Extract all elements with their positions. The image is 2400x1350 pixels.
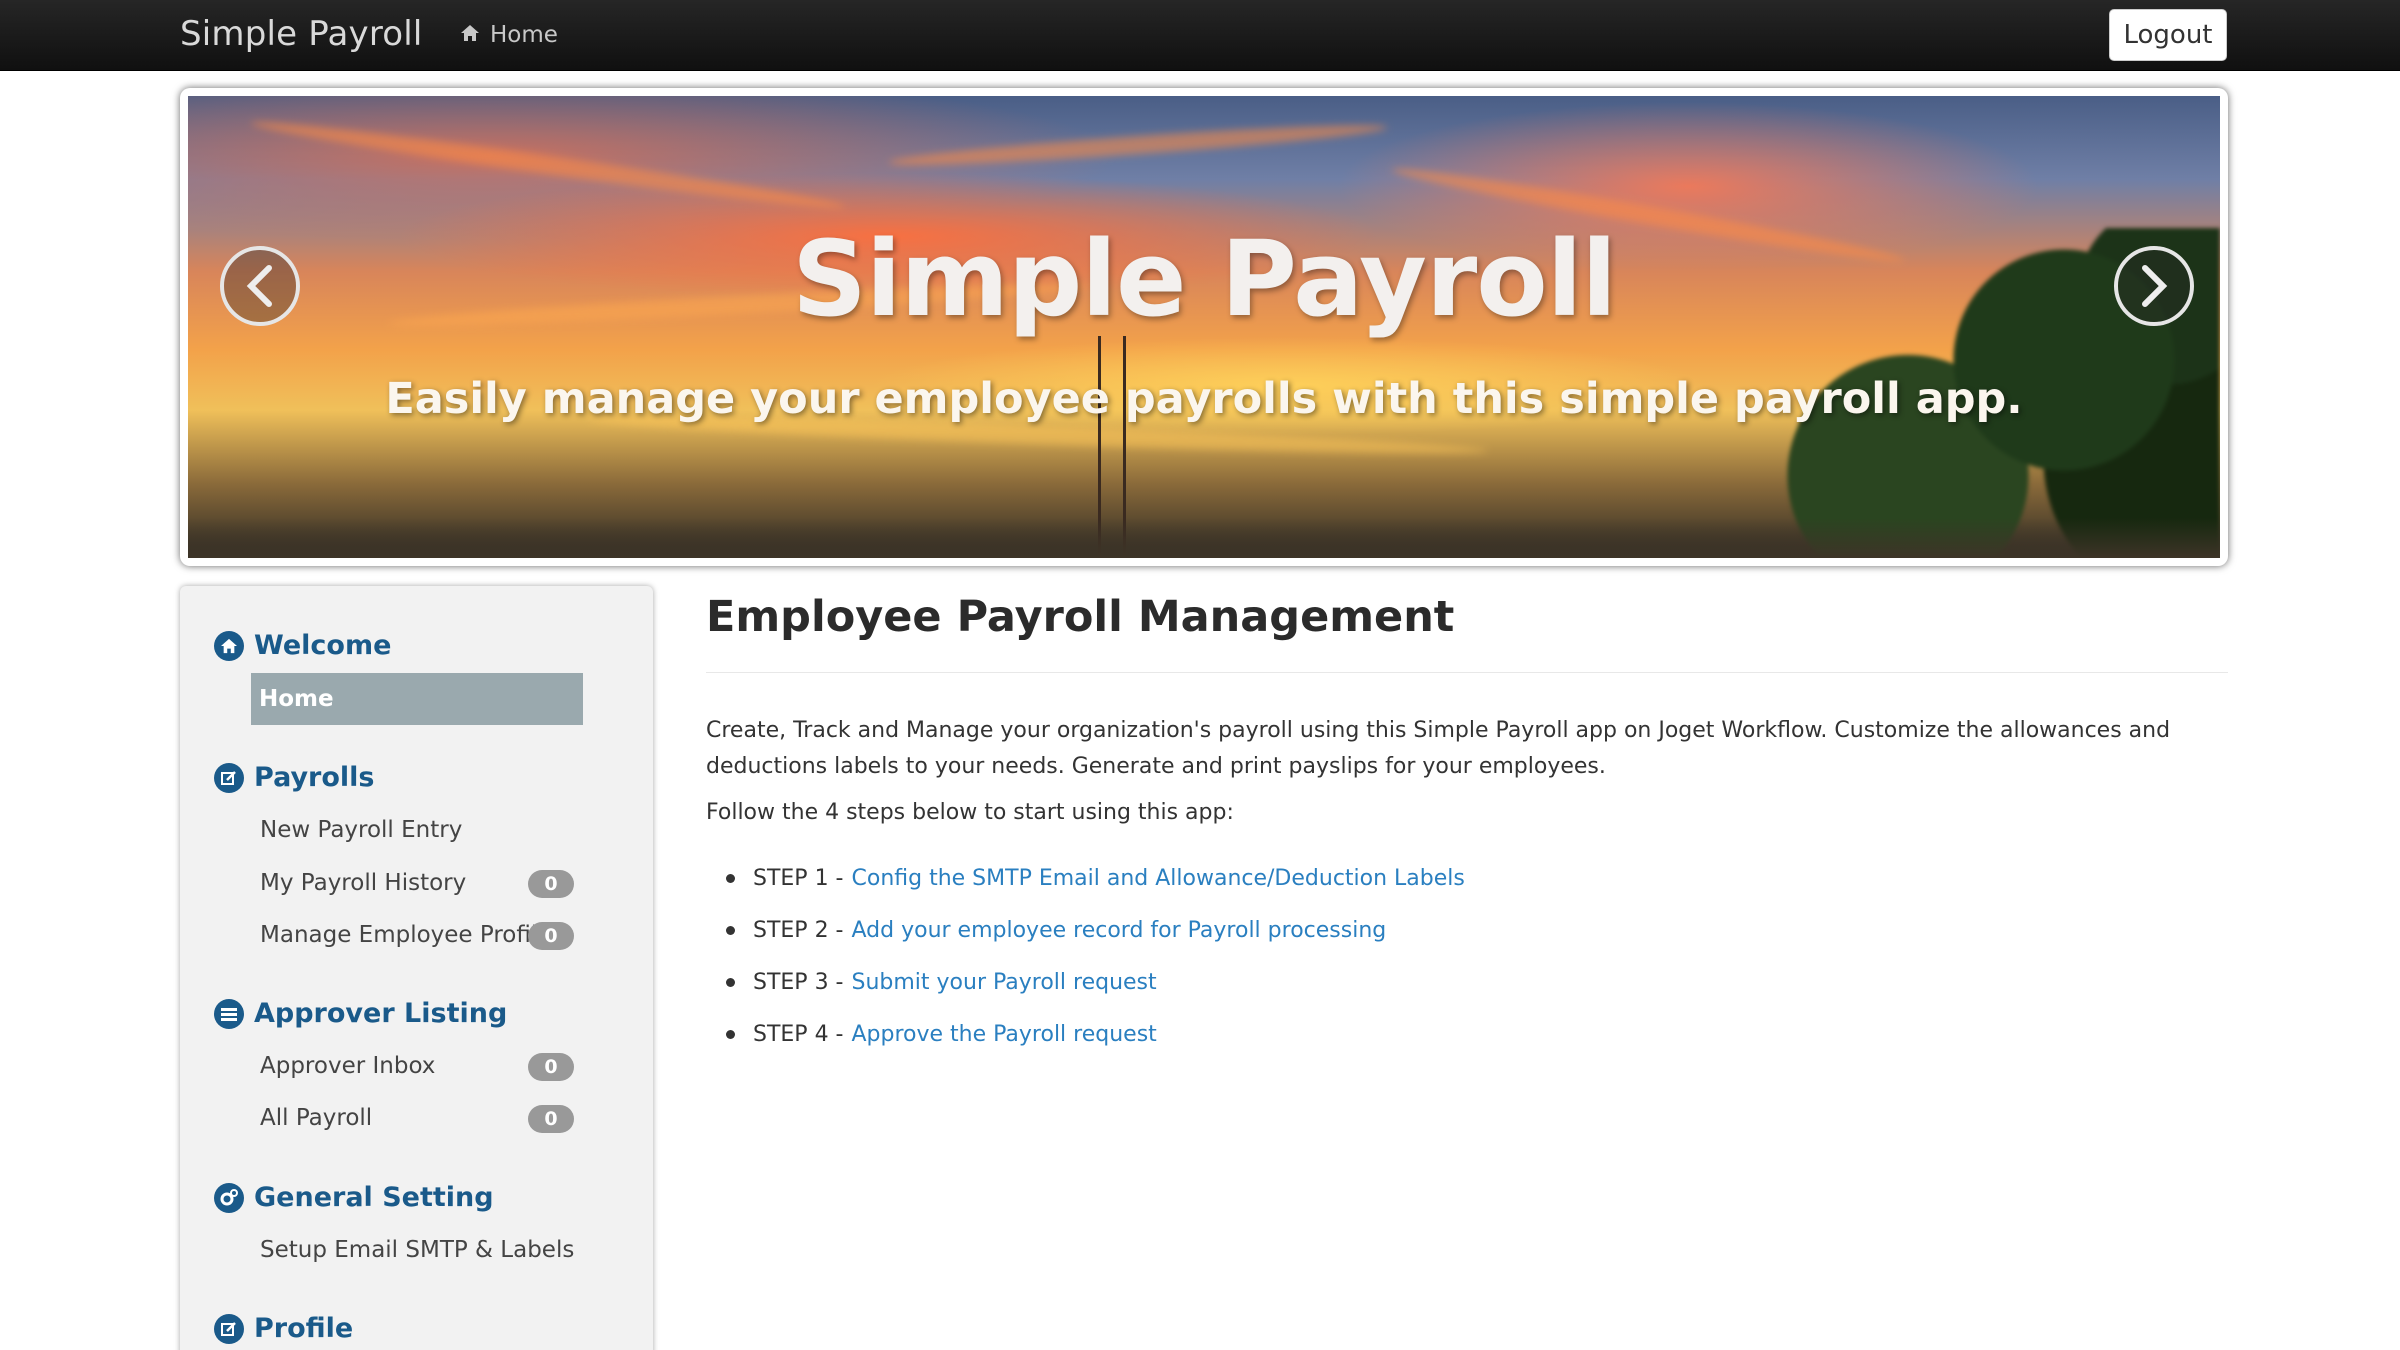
sidebar-category-label: Payrolls	[254, 762, 375, 793]
step-4-link[interactable]: Approve the Payroll request	[852, 1022, 1157, 1047]
sidebar-category-profile: Profile	[214, 1313, 353, 1344]
logout-button[interactable]: Logout	[2109, 9, 2227, 61]
sidebar-category-payrolls: Payrolls	[214, 762, 375, 793]
carousel-next-button[interactable]	[2114, 246, 2194, 326]
sidebar-category-label: General Setting	[254, 1182, 494, 1213]
sidebar-item-all-payroll[interactable]: All Payroll 0	[252, 1092, 584, 1144]
count-badge: 0	[528, 922, 574, 950]
steps-intro-text: Follow the 4 steps below to start using …	[706, 800, 1234, 825]
sidebar-item-label: Approver Inbox	[260, 1053, 436, 1079]
sidebar-item-approver-inbox[interactable]: Approver Inbox 0	[252, 1040, 584, 1092]
carousel-prev-button[interactable]	[220, 246, 300, 326]
sidebar-category-approver-listing: Approver Listing	[214, 998, 507, 1029]
step-3-link[interactable]: Submit your Payroll request	[852, 970, 1157, 995]
sidebar-category-label: Welcome	[254, 630, 392, 661]
sidebar-category-welcome: Welcome	[214, 630, 391, 661]
brand-link[interactable]: Simple Payroll	[180, 14, 423, 54]
list-item: STEP 3 - Submit your Payroll request	[726, 956, 1465, 1008]
sidebar-category-label: Approver Listing	[254, 998, 508, 1029]
carousel-title: Simple Payroll	[792, 218, 1617, 340]
sidebar-item-home[interactable]: Home	[251, 673, 583, 725]
sidebar-item-new-payroll-entry[interactable]: New Payroll Entry	[252, 804, 584, 856]
home-icon	[214, 630, 244, 661]
top-navbar: Simple Payroll Home Logout	[0, 0, 2400, 71]
list-item: STEP 4 - Approve the Payroll request	[726, 1008, 1465, 1060]
count-badge: 0	[528, 870, 574, 898]
step-prefix: STEP 3 -	[753, 969, 844, 995]
sidebar-category-label: Profile	[254, 1313, 354, 1344]
step-2-link[interactable]: Add your employee record for Payroll pro…	[852, 918, 1387, 943]
count-badge: 0	[528, 1105, 574, 1133]
sidebar-item-label: All Payroll	[260, 1105, 373, 1131]
intro-text: Create, Track and Manage your organizati…	[706, 718, 2171, 779]
list-icon	[214, 998, 244, 1029]
sidebar-item-setup-email-smtp[interactable]: Setup Email SMTP & Labels	[252, 1224, 584, 1276]
count-badge: 0	[528, 1053, 574, 1081]
title-divider	[706, 672, 2228, 673]
carousel-subtitle: Easily manage your employee payrolls wit…	[385, 374, 2023, 424]
hero-carousel: Simple Payroll Easily manage your employ…	[180, 88, 2228, 566]
home-icon	[460, 22, 480, 48]
page-title: Employee Payroll Management	[706, 592, 1455, 642]
edit-icon	[214, 1313, 244, 1344]
step-prefix: STEP 2 -	[753, 917, 844, 943]
sidebar-item-my-payroll-history[interactable]: My Payroll History 0	[252, 857, 584, 909]
list-item: STEP 2 - Add your employee record for Pa…	[726, 904, 1465, 956]
sidebar-item-label: Manage Employee Profile	[260, 922, 552, 948]
sidebar-item-label: Setup Email SMTP & Labels	[260, 1237, 575, 1263]
step-prefix: STEP 4 -	[753, 1021, 844, 1047]
sidebar-menu: Welcome Home Payrolls New Payroll Entry …	[180, 586, 653, 1350]
step-prefix: STEP 1 -	[753, 865, 844, 891]
gears-icon	[214, 1182, 244, 1213]
sidebar-category-general-setting: General Setting	[214, 1182, 494, 1213]
chevron-left-icon	[246, 265, 272, 307]
list-item: STEP 1 - Config the SMTP Email and Allow…	[726, 852, 1465, 904]
chevron-right-icon	[2142, 265, 2168, 307]
edit-icon	[214, 762, 244, 793]
carousel-slide: Simple Payroll Easily manage your employ…	[188, 96, 2220, 558]
step-1-link[interactable]: Config the SMTP Email and Allowance/Dedu…	[852, 866, 1465, 891]
sidebar-item-label: New Payroll Entry	[260, 817, 463, 843]
nav-home-link[interactable]: Home	[460, 22, 558, 48]
sidebar-item-manage-employee-profile[interactable]: Manage Employee Profile 0	[252, 909, 584, 961]
sidebar-item-label: My Payroll History	[260, 870, 467, 896]
nav-home-label: Home	[490, 22, 558, 48]
steps-list: STEP 1 - Config the SMTP Email and Allow…	[726, 852, 1465, 1060]
